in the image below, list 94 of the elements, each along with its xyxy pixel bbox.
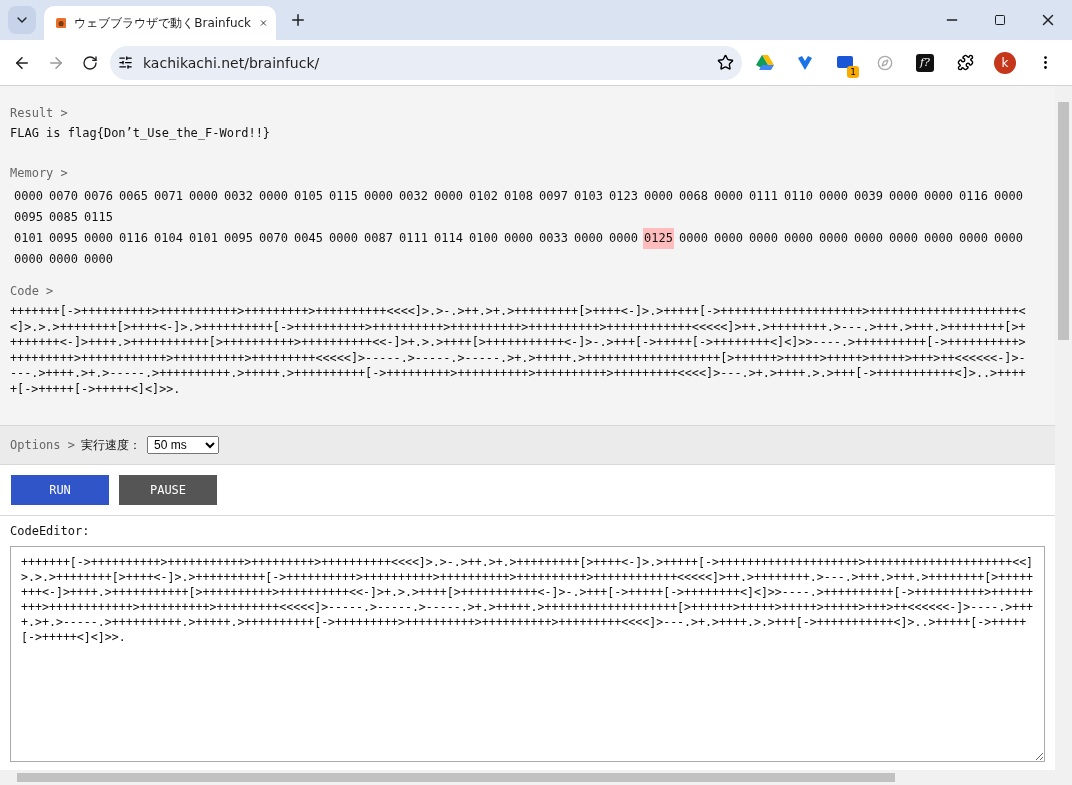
horizontal-scrollbar[interactable] [0, 770, 1072, 785]
result-text: FLAG is flag{Don’t_Use_the_F-Word!!} [10, 126, 272, 140]
memory-cell-text: 0033 [538, 230, 569, 247]
extension-icon[interactable]: f? [916, 53, 934, 72]
memory-cell-text: 0000 [188, 188, 219, 205]
profile-avatar[interactable]: k [994, 51, 1016, 74]
memory-cell-text: 0000 [83, 230, 114, 247]
memory-cell-text: 0000 [433, 188, 464, 205]
vertical-scrollbar[interactable] [1055, 86, 1072, 770]
tab-title: ウェブブラウザで動くBrainfuck [74, 14, 252, 32]
drive-icon[interactable] [756, 54, 774, 71]
memory-cell-text: 0115 [83, 209, 114, 226]
memory-cell-text: 0102 [468, 188, 499, 205]
bookmark-star-icon[interactable] [717, 54, 734, 71]
memory-cell-text: 0070 [48, 188, 79, 205]
memory-cell-text: 0101 [13, 230, 44, 247]
memory-cell-text: 0114 [433, 230, 464, 247]
memory-cell-text: 0095 [48, 230, 79, 247]
memory-cell-text: 0000 [13, 251, 44, 268]
memory-cell-text: 0000 [503, 230, 534, 247]
memory-cell-text: 0000 [923, 188, 954, 205]
extension-badge: 1 [847, 65, 859, 78]
memory-cell-text: 0076 [83, 188, 114, 205]
memory-cell-text: 0116 [118, 230, 149, 247]
memory-cell-text: 0110 [783, 188, 814, 205]
memory-cell-text: 0103 [573, 188, 604, 205]
site-settings-icon[interactable] [118, 55, 133, 70]
memory-cell-text: 0000 [853, 230, 884, 247]
url-text: kachikachi.net/brainfuck/ [143, 54, 321, 71]
memory-cell-text: 0000 [958, 230, 989, 247]
memory-cell-text: 0039 [853, 188, 884, 205]
memory-cell-text: 0000 [888, 188, 919, 205]
memory-cell-text: 0071 [153, 188, 184, 205]
address-bar[interactable]: kachikachi.net/brainfuck/ [110, 45, 742, 80]
memory-cell-text: 0000 [48, 251, 79, 268]
code-editor-field[interactable]: +++++++[->++++++++++>+++++++++++>+++++++++>++++++++++<<<<]>.>-.>++.>+.>+++++++++[>++++<-]>.>+++++[->++++++++++++++++++++>+++++++++++++++++++++<<]>.>.>++++++++[>++++<-]>.>++++++++++[->++++++++++>++++++++++>++++++++++>++++++++++>++++++++++++<<<<<]>++.>++++++++.>---.>+++.>+++.>++++++++[>++++++++<-]>++++.>+++++++++++[>++++++++++>++++++++++<<-]>+.>.>++++[>+++++++++++<-]>-.>+++[->+++++[->++++++++<]<]>>----.>++++++++++[->++++++++++>+++++++++>++++++++++++>++++++++++>+++++++++<<<<<]>-----.>-----.>-----.>+.>+++++.>+++++++++++++++++++[>++++++>+++++>+++++>+++++>+++>++<<<<<<-]>----.>++++.>+.>-----.>++++++++++.>+++++.>++++++++++[->+++++++++>++++++++++>++++++++++>+++++++++<<<<]>---.>+.>++++.>.>+++[->+++++++++++<]>..>+++++[->+++++[->+++++<]<]>>. [10, 546, 1045, 762]
memory-cell-text: 0000 [888, 230, 919, 247]
memory-cell-text: 0000 [993, 188, 1024, 205]
window-icon[interactable] [837, 55, 853, 70]
memory-cell-text: 0100 [468, 230, 499, 247]
memory-cell-text: 0095 [223, 230, 254, 247]
memory-cell-text: 0000 [993, 230, 1024, 247]
memory-cell-text: 0000 [573, 230, 604, 247]
memory-cell-text: 0000 [713, 188, 744, 205]
memory-cell-text: 0000 [608, 230, 639, 247]
memory-cell-text: 0123 [608, 188, 639, 205]
memory-cell-text: 0045 [293, 230, 324, 247]
memory-cell-text: 0070 [258, 230, 289, 247]
memory-cell-text: 0087 [363, 230, 394, 247]
memory-cell-text: 0032 [223, 188, 254, 205]
memory-cell-text: 0068 [678, 188, 709, 205]
result-label: Result > [10, 106, 69, 120]
memory-cell-text: 0000 [13, 188, 44, 205]
run-button[interactable]: RUN [11, 475, 109, 505]
memory-cell-text: 0000 [83, 251, 114, 268]
options-label: Options > [10, 438, 76, 453]
memory-cell-text: 0111 [748, 188, 779, 205]
memory-cell-text: 0065 [118, 188, 149, 205]
plus-icon[interactable] [289, 11, 307, 29]
memory-cell-text: 0000 [643, 188, 674, 205]
code-label: Code > [10, 284, 55, 298]
memory-cell: 0125 [643, 228, 674, 249]
favicon-icon [56, 15, 67, 31]
memory-cell-text: 0108 [503, 188, 534, 205]
memory-cell-text: 0115 [328, 188, 359, 205]
memory-cell-text: 0101 [188, 230, 219, 247]
extensions-icon[interactable] [956, 54, 974, 71]
memory-cell-text: 0000 [713, 230, 744, 247]
memory-cell-text: 0000 [258, 188, 289, 205]
memory-cell-text: 0000 [923, 230, 954, 247]
speed-select[interactable]: 50 ms [147, 436, 220, 455]
memory-cell-text: 0116 [958, 188, 989, 205]
memory-cell-text: 0095 [13, 209, 44, 226]
pause-button[interactable]: PAUSE [119, 475, 217, 505]
reload-icon[interactable] [82, 54, 98, 71]
code-editor-label: CodeEditor: [10, 524, 91, 538]
maximize-icon[interactable] [994, 14, 1006, 26]
memory-cell-text: 0000 [818, 230, 849, 247]
memory-label: Memory > [10, 166, 69, 180]
memory-cell-text: 0105 [293, 188, 324, 205]
memory-cell-text: 0111 [398, 230, 429, 247]
browser-tab[interactable]: ウェブブラウザで動くBrainfuck [44, 6, 276, 40]
memory-cell-text: 0000 [748, 230, 779, 247]
memory-cell-text: 0000 [678, 230, 709, 247]
memory-cell-text: 0085 [48, 209, 79, 226]
memory-cell-text: 0032 [398, 188, 429, 205]
memory-cell-text: 0097 [538, 188, 569, 205]
memory-cell-text: 0000 [783, 230, 814, 247]
memory-cell-text: 0000 [818, 188, 849, 205]
memory-cell-text: 0000 [328, 230, 359, 247]
memory-cell-text: 0000 [363, 188, 394, 205]
speed-label: 実行速度： [81, 436, 142, 454]
code-text: +++++++[->++++++++++>+++++++++++>+++++++++>++++++++++<<<<]>.>-.>++.>+.>+++++++++[>++++<-]>.>+++++[->++++++++++++++++++++>+++++++++++++++++++++<<]>.>.>++++++++[>++++<-]>.>++++++++++[->++++++++++>++++++++++>++++++++++>++++++++++>++++++++++++<<<<<]>++.>++++++++.>---.>+++.>+++.>++++++++[>++++++++<-]>++++.>+++++++++++[>++++++++++>++++++++++<<-]>+.>.>++++[>+++++++++++<-]>-.>+++[->+++++[->++++++++<]<]>>----.>++++++++++[->++++++++++>+++++++++>++++++++++++>++++++++++>+++++++++<<<<<]>-----.>-----.>-----.>+.>+++++.>+++++++++++++++++++[>++++++>+++++>+++++>+++++>+++>++<<<<<<-]>----.>++++.>+.>-----.>++++++++++.>+++++.>++++++++++[->+++++++++>++++++++++>++++++++++>+++++++++<<<<]>---.>+.>++++.>.>+++[->+++++++++++<]>..>+++++[->+++++[->+++++<]<]>>. [10, 304, 1027, 397]
memory-cell-text: 0104 [153, 230, 184, 247]
